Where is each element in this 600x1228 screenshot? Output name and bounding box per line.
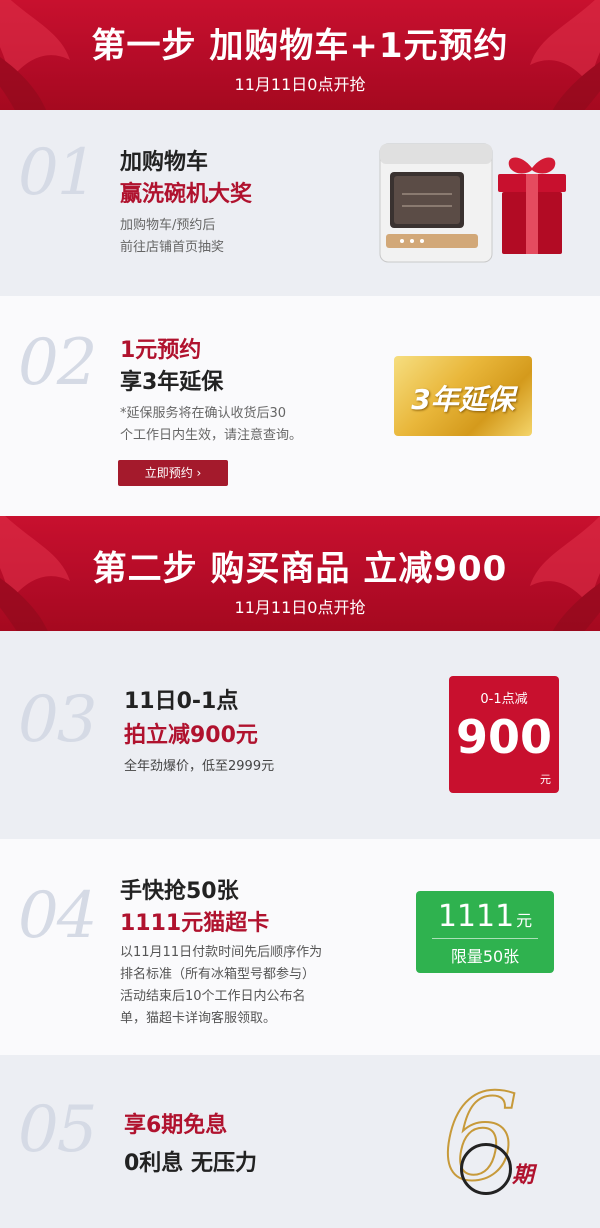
discount-900-box: 0-1点减 900 元 xyxy=(449,676,559,793)
gift-box-image xyxy=(498,157,566,254)
extended-warranty-card: 3年延保 xyxy=(394,356,532,436)
period-label: 期 xyxy=(512,1163,535,1188)
section-05: 05 享6期免息 0利息 无压力 6 期 xyxy=(0,1055,600,1228)
discount-box-top: 0-1点减 xyxy=(480,692,528,707)
item4-desc2: 排名标准（所有冰箱型号都参与） xyxy=(120,967,316,982)
tmall-card-box: 1111 元 限量50张 xyxy=(416,891,554,973)
item1-desc1: 加购物车/预约后 xyxy=(120,218,216,233)
tmall-card-divider xyxy=(432,938,538,939)
tmall-card-value: 1111 xyxy=(437,899,515,934)
dishwasher-image xyxy=(379,143,493,263)
step2-banner: 第二步 购买商品 立减900 11月11日0点开抢 xyxy=(0,516,600,631)
item2-desc1: *延保服务将在确认收货后30 xyxy=(120,406,287,421)
item4-desc3: 活动结束后10个工作日内公布名 xyxy=(120,989,306,1004)
step-number-05: 05 xyxy=(18,1093,97,1167)
item2-desc2: 个工作日内生效，请注意查询。 xyxy=(120,428,303,443)
tmall-card-limit: 限量50张 xyxy=(450,947,520,966)
reserve-now-button[interactable]: 立即预约 › xyxy=(118,460,228,486)
discount-box-value: 900 xyxy=(455,710,553,764)
item2-line1: 1元预约 xyxy=(120,338,202,363)
six-inner-ring xyxy=(460,1143,512,1195)
step2-title: 第二步 购买商品 立减900 xyxy=(92,549,508,589)
item3-line1: 11日0-1点 xyxy=(124,689,239,714)
item4-desc4: 单，猫超卡详询客服领取。 xyxy=(120,1011,277,1026)
item5-line2: 0利息 无压力 xyxy=(124,1151,257,1176)
discount-box-unit: 元 xyxy=(540,773,551,786)
step-number-01: 01 xyxy=(18,136,97,210)
item1-line2: 赢洗碗机大奖 xyxy=(120,182,253,207)
tmall-card-value-row: 1111 元 xyxy=(416,899,554,934)
section-04: 04 手快抢50张 1111元猫超卡 以11月11日付款时间先后顺序作为 排名标… xyxy=(0,839,600,1055)
item1-desc2: 前往店铺首页抽奖 xyxy=(120,240,225,255)
item1-line1: 加购物车 xyxy=(120,150,209,175)
section-03: 03 11日0-1点 拍立减900元 全年劲爆价，低至2999元 0-1点减 9… xyxy=(0,631,600,839)
warranty-card-text: 3年延保 xyxy=(411,383,515,416)
step-number-03: 03 xyxy=(18,683,97,757)
item5-line1: 享6期免息 xyxy=(124,1113,228,1138)
item4-line2: 1111元猫超卡 xyxy=(120,911,270,936)
step1-banner: 第一步 加购物车+1元预约 11月11日0点开抢 xyxy=(0,0,600,110)
section-01: 01 加购物车 赢洗碗机大奖 加购物车/预约后 前往店铺首页抽奖 xyxy=(0,110,600,296)
step-number-02: 02 xyxy=(18,326,97,400)
item4-line1: 手快抢50张 xyxy=(120,879,239,904)
item3-desc: 全年劲爆价，低至2999元 xyxy=(124,759,275,774)
promo-page: 第一步 加购物车+1元预约 11月11日0点开抢 01 加购物车 赢洗碗机大奖 … xyxy=(0,0,600,1228)
section-02: 02 1元预约 享3年延保 *延保服务将在确认收货后30 个工作日内生效，请注意… xyxy=(0,296,600,516)
step1-subtitle: 11月11日0点开抢 xyxy=(234,75,366,94)
item2-line2: 享3年延保 xyxy=(120,370,224,395)
step2-subtitle: 11月11日0点开抢 xyxy=(234,598,366,617)
tmall-card-unit: 元 xyxy=(516,911,533,930)
step1-title: 第一步 加购物车+1元预约 xyxy=(91,26,509,66)
item4-desc1: 以11月11日付款时间先后顺序作为 xyxy=(120,945,323,960)
item3-line2: 拍立减900元 xyxy=(124,723,258,748)
six-period-graphic: 6 期 xyxy=(440,1068,560,1209)
step-number-04: 04 xyxy=(18,879,97,953)
